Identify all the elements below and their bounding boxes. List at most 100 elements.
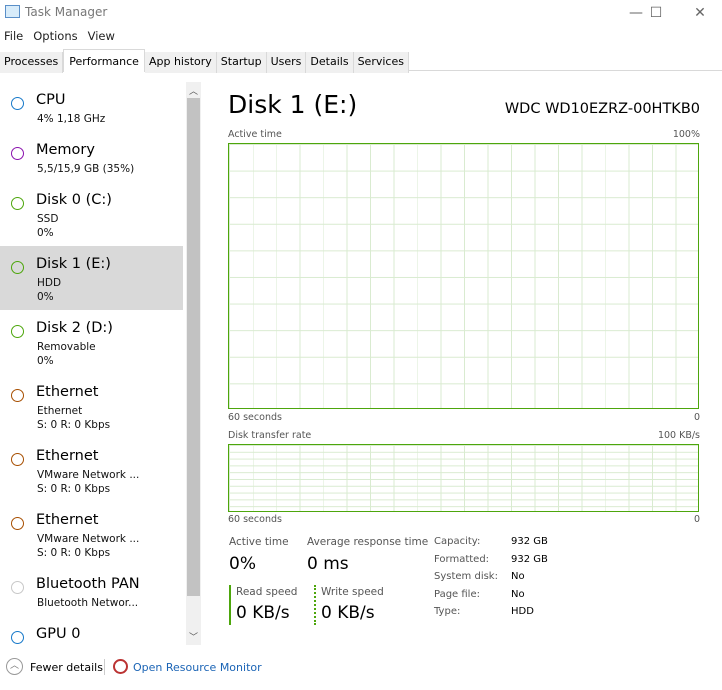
window-title: Task Manager: [25, 5, 108, 19]
status-circle-icon: [11, 581, 24, 594]
sidebar-item-value: 0%: [37, 355, 54, 367]
sidebar-item-ethernet[interactable]: Ethernet Ethernet S: 0 R: 0 Kbps: [0, 378, 183, 442]
status-circle-icon: [11, 197, 24, 210]
sidebar-item-memory[interactable]: Memory 5,5/15,9 GB (35%): [0, 136, 183, 186]
tab-app-history[interactable]: App history: [144, 52, 217, 73]
tab-performance[interactable]: Performance: [63, 49, 145, 72]
status-circle-icon: [11, 517, 24, 530]
scroll-up-icon[interactable]: ︿: [186, 84, 201, 97]
transfer-rate-graph-time: 60 seconds: [228, 514, 282, 525]
detail-value: HDD: [511, 606, 534, 617]
response-time-value: 0 ms: [307, 554, 349, 574]
sidebar-item-disk-2-d[interactable]: Disk 2 (D:) Removable 0%: [0, 314, 183, 378]
response-time-label: Average response time: [307, 536, 429, 548]
maximize-button[interactable]: ☐: [636, 2, 676, 24]
sidebar-item-bluetooth-pan[interactable]: Bluetooth PAN Bluetooth Networ...: [0, 570, 183, 620]
sidebar-item-subtitle: Removable: [37, 341, 96, 353]
active-time-graph: [228, 143, 699, 409]
footer: ︿ Fewer details Open Resource Monitor: [0, 656, 400, 680]
transfer-rate-graph-max: 100 KB/s: [657, 430, 700, 441]
sidebar-item-name: Disk 0 (C:): [36, 192, 112, 208]
sidebar-item-name: Ethernet: [36, 512, 99, 528]
sidebar-item-subtitle: Ethernet: [37, 405, 83, 417]
sidebar-item-ethernet[interactable]: Ethernet VMware Network ... S: 0 R: 0 Kbps: [0, 442, 183, 506]
sidebar-item-disk-1-e[interactable]: Disk 1 (E:) HDD 0%: [0, 246, 183, 310]
sidebar-item-gpu-0[interactable]: GPU 0: [0, 620, 183, 646]
tab-processes[interactable]: Processes: [0, 52, 64, 73]
sidebar-item-value: S: 0 R: 0 Kbps: [37, 419, 111, 431]
open-resource-monitor-link[interactable]: Open Resource Monitor: [133, 661, 262, 674]
active-time-graph-label: Active time: [228, 129, 282, 140]
divider: [104, 659, 105, 675]
title-bar: Task Manager — ☐ ✕: [0, 0, 722, 26]
tab-startup[interactable]: Startup: [216, 52, 267, 73]
performance-sidebar: CPU 4% 1,18 GHz Memory 5,5/15,9 GB (35%) D…: [0, 72, 184, 646]
read-speed-marker: [229, 585, 231, 625]
sidebar-item-name: Disk 1 (E:): [36, 256, 111, 272]
sidebar-item-name: Ethernet: [36, 448, 99, 464]
status-circle-icon: [11, 261, 24, 274]
sidebar-item-ethernet[interactable]: Ethernet VMware Network ... S: 0 R: 0 Kbps: [0, 506, 183, 570]
status-circle-icon: [11, 147, 24, 160]
status-circle-icon: [11, 389, 24, 402]
tab-details[interactable]: Details: [306, 52, 354, 73]
detail-label: System disk:: [434, 571, 498, 582]
detail-value: No: [511, 588, 525, 600]
sidebar-item-name: GPU 0: [36, 626, 81, 642]
detail-label: Formatted:: [434, 553, 490, 565]
active-time-graph-min: 0: [693, 412, 700, 423]
chevron-up-icon[interactable]: ︿: [6, 658, 23, 675]
sidebar-item-subtitle: VMware Network ...: [37, 533, 140, 545]
menu-options[interactable]: Options: [33, 29, 77, 43]
scroll-down-icon[interactable]: ﹀: [186, 630, 201, 643]
status-circle-icon: [11, 631, 24, 644]
status-circle-icon: [11, 453, 24, 466]
sidebar-item-name: Memory: [36, 142, 95, 158]
sidebar-item-subtitle: 4% 1,18 GHz: [37, 113, 106, 125]
task-manager-icon: [5, 5, 20, 18]
transfer-rate-graph: [228, 444, 699, 512]
scrollbar-thumb[interactable]: [187, 98, 200, 596]
active-time-value: 0%: [229, 554, 256, 574]
read-speed-label: Read speed: [236, 586, 298, 598]
fewer-details-button[interactable]: Fewer details: [30, 661, 103, 674]
sidebar-item-subtitle: Bluetooth Networ...: [37, 597, 139, 609]
detail-label: Capacity:: [434, 536, 481, 547]
sidebar-item-value: 0%: [37, 227, 54, 239]
menu-view[interactable]: View: [88, 29, 115, 43]
detail-value: No: [511, 571, 525, 582]
write-speed-marker: [314, 585, 316, 625]
sidebar-item-value: S: 0 R: 0 Kbps: [37, 483, 111, 495]
status-circle-icon: [11, 97, 24, 110]
sidebar-item-value: 0%: [37, 291, 54, 303]
menu-file[interactable]: File: [4, 29, 23, 43]
write-speed-label: Write speed: [321, 586, 384, 598]
active-time-label: Active time: [229, 536, 289, 548]
disk-model: WDC WD10EZRZ-00HTKB0: [504, 101, 700, 117]
tab-services[interactable]: Services: [353, 52, 409, 73]
sidebar-item-subtitle: HDD: [37, 277, 62, 289]
sidebar-item-name: Ethernet: [36, 384, 99, 400]
disk-title: Disk 1 (E:): [228, 90, 358, 119]
sidebar-item-cpu[interactable]: CPU 4% 1,18 GHz: [0, 86, 183, 136]
transfer-rate-graph-min: 0: [693, 514, 700, 525]
tab-bar: Processes Performance App history Startu…: [0, 49, 722, 73]
close-button[interactable]: ✕: [680, 2, 720, 24]
sidebar-item-subtitle: SSD: [37, 213, 59, 225]
sidebar-item-name: Disk 2 (D:): [36, 320, 113, 336]
detail-label: Page file:: [434, 588, 480, 600]
tab-users[interactable]: Users: [266, 52, 307, 73]
menu-bar: File Options View: [4, 29, 115, 43]
status-circle-icon: [11, 325, 24, 338]
active-time-graph-time: 60 seconds: [228, 412, 282, 423]
sidebar-item-value: S: 0 R: 0 Kbps: [37, 547, 111, 559]
sidebar-item-disk-0-c[interactable]: Disk 0 (C:) SSD 0%: [0, 186, 183, 250]
active-time-graph-max: 100%: [672, 129, 700, 140]
detail-label: Type:: [434, 606, 461, 617]
sidebar-item-subtitle: VMware Network ...: [37, 469, 140, 481]
detail-value: 932 GB: [511, 536, 548, 547]
sidebar-item-name: CPU: [36, 92, 66, 108]
sidebar-item-subtitle: 5,5/15,9 GB (35%): [37, 163, 135, 175]
resource-monitor-icon: [113, 659, 128, 674]
write-speed-value: 0 KB/s: [321, 603, 375, 623]
